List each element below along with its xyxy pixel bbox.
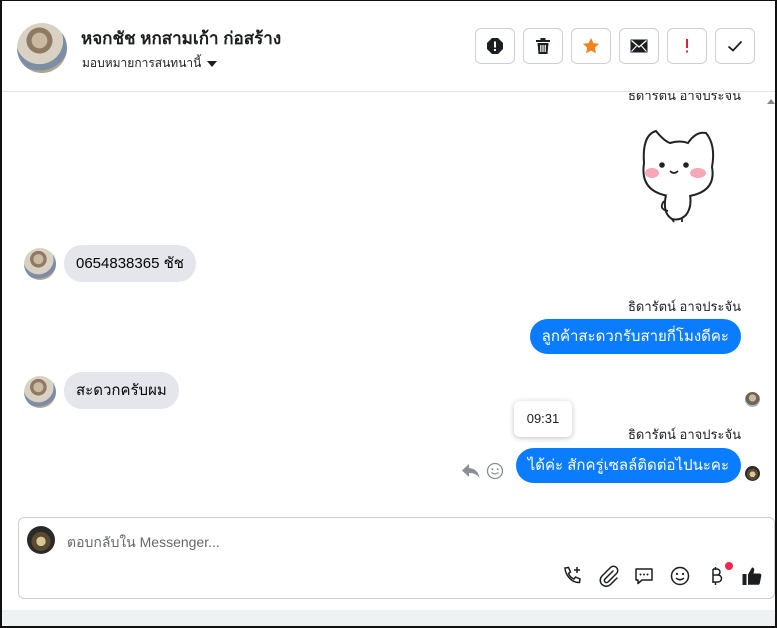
contact-message-avatar[interactable] [24,376,56,408]
caret-down-icon [207,61,218,67]
emoji-button[interactable] [669,565,691,587]
payment-icon [712,567,723,585]
inbox-conversation-window: หจกชัช หกสามเก้า ก่อสร้าง มอบหมายการสนทน… [0,0,777,628]
emoji-icon [670,566,690,586]
sender-name: ธิดารัตน์ อาจประจัน [627,427,741,442]
notification-dot [725,562,733,570]
page-seen-avatar [745,466,760,481]
saved-reply-icon [635,568,653,585]
contact-name[interactable]: หจกชัช หกสามเก้า ก่อสร้าง [81,25,281,52]
delete-button[interactable] [523,28,563,64]
react-emoji-icon[interactable] [486,462,504,480]
check-icon [727,40,743,52]
message-list[interactable]: ธิดารัตน์ อาจประจัน 0654838365 ชัช ธิดาร… [2,93,775,513]
reply-composer [18,517,775,599]
message-time-tooltip: 09:31 [514,401,572,437]
trash-icon [536,38,550,54]
mark-unread-button[interactable] [619,28,659,64]
assign-conversation-dropdown[interactable]: มอบหมายการสนทนานี้ [82,54,218,73]
saved-replies-button[interactable] [633,565,655,587]
reply-input[interactable] [67,532,567,552]
incoming-message[interactable]: 0654838365 ชัช [64,245,196,282]
scroll-up-arrow-icon[interactable] [767,99,775,104]
page-avatar [27,526,55,554]
attachment-icon [599,565,619,587]
reply-icon[interactable] [461,462,481,480]
bottom-strip [2,610,775,626]
follow-up-button[interactable] [667,28,707,64]
like-button[interactable] [741,565,763,587]
envelope-icon [630,39,648,53]
contact-avatar[interactable] [17,23,67,73]
cat-sticker[interactable] [634,123,724,223]
outgoing-message[interactable]: ได้ค่ะ สักครู่เซลล์ติดต่อไปนะคะ [515,448,741,483]
add-call-button[interactable] [561,565,583,587]
incoming-message[interactable]: สะดวกครับผม [64,372,179,409]
seen-by-avatar [745,392,760,407]
report-icon [487,38,503,54]
sender-name: ธิดารัตน์ อาจประจัน [627,299,741,314]
add-call-icon [564,566,581,584]
star-icon [583,38,599,54]
sender-name: ธิดารัตน์ อาจประจัน [627,93,741,103]
exclamation-icon [686,39,688,53]
attach-button[interactable] [597,565,619,587]
assign-label: มอบหมายการสนทนานี้ [82,56,202,70]
payment-button[interactable] [705,565,727,587]
conversation-header: หจกชัช หกสามเก้า ก่อสร้าง มอบหมายการสนทน… [2,1,775,92]
like-icon [742,567,762,585]
mark-done-button[interactable] [715,28,755,64]
outgoing-message[interactable]: ลูกค้าสะดวกรับสายกี่โมงดีคะ [529,319,741,354]
contact-message-avatar[interactable] [24,248,56,280]
spam-button[interactable] [475,28,515,64]
star-button[interactable] [571,28,611,64]
